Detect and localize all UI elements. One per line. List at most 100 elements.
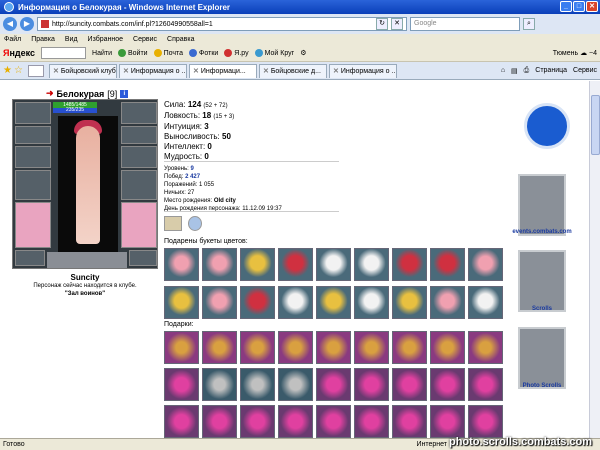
gift-tile[interactable]	[164, 331, 199, 364]
bouquet-tile[interactable]	[468, 248, 503, 281]
page-menu[interactable]: Страница	[535, 67, 567, 74]
gift-tile[interactable]	[430, 405, 465, 438]
menu-edit[interactable]: Правка	[31, 36, 55, 43]
bouquet-tile[interactable]	[354, 248, 389, 281]
gift-tile[interactable]	[202, 331, 237, 364]
back-button[interactable]: ◀	[3, 17, 17, 31]
gift-tile[interactable]	[164, 368, 199, 401]
events-icon[interactable]	[518, 174, 566, 236]
gift-tile[interactable]	[354, 331, 389, 364]
tab-fight-d[interactable]: ✕ Бойцовские д...	[258, 63, 327, 78]
scrolls-link[interactable]: Scrolls	[502, 306, 582, 312]
scrollbar-thumb[interactable]	[591, 95, 600, 155]
menu-favorites[interactable]: Избранное	[88, 36, 123, 43]
yandex-mail[interactable]: Почта	[153, 49, 183, 57]
necklace-slot[interactable]	[15, 146, 51, 168]
bouquet-tile[interactable]	[278, 286, 313, 319]
ring-slots[interactable]	[121, 102, 157, 124]
boots-slot[interactable]	[15, 250, 45, 266]
tab-info-2[interactable]: ✕ Информация о ...	[328, 63, 397, 78]
favorites-star-icon[interactable]: ★	[3, 65, 12, 76]
yandex-logo[interactable]: Яндекс	[3, 48, 35, 58]
gift-tile[interactable]	[392, 405, 427, 438]
bouquet-tile[interactable]	[240, 248, 275, 281]
tab-fight-club[interactable]: ✕ Бойцовский клуб	[48, 63, 117, 78]
gift-tile[interactable]	[278, 331, 313, 364]
gift-tile[interactable]	[240, 405, 275, 438]
gift-tile[interactable]	[202, 368, 237, 401]
gift-tile[interactable]	[430, 368, 465, 401]
menu-view[interactable]: Вид	[65, 36, 78, 43]
photo-scrolls-link[interactable]: Photo Scrolls	[502, 383, 582, 389]
gloves-slot[interactable]	[121, 126, 157, 144]
gift-tile[interactable]	[392, 331, 427, 364]
url-field[interactable]: http://suncity.combats.com/inf.pl?126049…	[37, 17, 407, 31]
vertical-scrollbar[interactable]	[589, 81, 600, 438]
maximize-button[interactable]: □	[573, 1, 585, 12]
search-icon[interactable]: ⌕	[523, 18, 535, 30]
photo-scrolls-icon[interactable]	[518, 327, 566, 389]
home-icon[interactable]: ⌂	[501, 67, 505, 74]
shield-slot[interactable]	[121, 170, 157, 200]
search-input[interactable]: Google	[410, 17, 520, 31]
bouquet-tile[interactable]	[202, 248, 237, 281]
scrolls-icon[interactable]	[518, 250, 566, 312]
yandex-photos[interactable]: Фотки	[189, 49, 218, 57]
weapon-slot[interactable]	[15, 170, 51, 200]
bouquet-tile[interactable]	[468, 286, 503, 319]
info-icon[interactable]: i	[120, 89, 129, 98]
pet-slot[interactable]	[129, 250, 157, 266]
bouquet-tile[interactable]	[164, 286, 199, 319]
badge-icon-1[interactable]	[164, 216, 182, 231]
gift-tile[interactable]	[468, 331, 503, 364]
gift-tile[interactable]	[240, 331, 275, 364]
gift-tile[interactable]	[316, 405, 351, 438]
gift-tile[interactable]	[354, 368, 389, 401]
yandex-moikrug[interactable]: Мой Круг	[254, 49, 294, 57]
print-icon[interactable]: ⎙	[524, 67, 530, 75]
helmet-slot[interactable]	[15, 102, 51, 124]
add-favorite-icon[interactable]: ☆	[14, 65, 23, 76]
quick-tabs-icon[interactable]	[27, 64, 44, 77]
feeds-icon[interactable]: ▤	[511, 67, 518, 75]
minimize-button[interactable]: _	[560, 1, 572, 12]
forward-button[interactable]: ▶	[20, 17, 34, 31]
yandex-login[interactable]: Войти	[118, 49, 148, 57]
gift-tile[interactable]	[240, 368, 275, 401]
events-link[interactable]: events.combats.com	[502, 229, 582, 235]
earring-slot[interactable]	[15, 126, 51, 144]
menu-tools[interactable]: Сервис	[133, 36, 157, 43]
gift-tile[interactable]	[278, 368, 313, 401]
yandex-find-button[interactable]: Найти	[92, 50, 112, 57]
combats-logo-icon[interactable]	[524, 103, 570, 149]
gift-tile[interactable]	[468, 368, 503, 401]
bouquet-tile[interactable]	[430, 248, 465, 281]
badge-icon-2[interactable]	[188, 216, 202, 231]
bouquet-tile[interactable]	[278, 248, 313, 281]
bracelet-slot[interactable]	[121, 146, 157, 168]
gift-tile[interactable]	[316, 368, 351, 401]
stop-icon[interactable]: ✕	[391, 18, 403, 30]
tools-menu[interactable]: Сервис	[573, 67, 597, 74]
bouquet-tile[interactable]	[316, 286, 351, 319]
bouquet-tile[interactable]	[316, 248, 351, 281]
gift-tile[interactable]	[392, 368, 427, 401]
gift-tile[interactable]	[468, 405, 503, 438]
gift-tile[interactable]	[354, 405, 389, 438]
yandex-yaru[interactable]: Я.ру	[224, 49, 249, 57]
bouquet-tile[interactable]	[164, 248, 199, 281]
close-button[interactable]: ✕	[586, 1, 598, 12]
bouquet-tile[interactable]	[392, 286, 427, 319]
gift-tile[interactable]	[202, 405, 237, 438]
menu-file[interactable]: Файл	[4, 36, 21, 43]
dress-slot[interactable]	[15, 202, 51, 248]
bouquet-tile[interactable]	[392, 248, 427, 281]
bouquet-tile[interactable]	[354, 286, 389, 319]
tab-info-active[interactable]: ✕ Информаци...	[188, 63, 257, 78]
menu-help[interactable]: Справка	[167, 36, 194, 43]
refresh-icon[interactable]: ↻	[376, 18, 388, 30]
pants-slot[interactable]	[121, 202, 157, 248]
yandex-search-input[interactable]	[41, 47, 87, 59]
gift-tile[interactable]	[278, 405, 313, 438]
weather-widget[interactable]: Тюмень ☁ −4	[553, 49, 597, 57]
